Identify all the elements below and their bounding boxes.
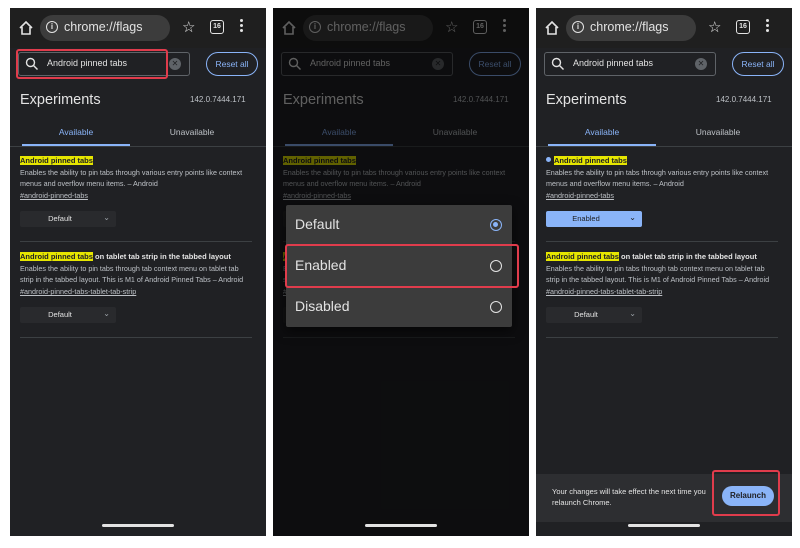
page-title: Experiments — [546, 92, 627, 108]
snackbar-message: Your changes will take effect the next t… — [552, 487, 706, 507]
modified-dot-icon — [546, 157, 551, 162]
gesture-handle — [365, 524, 437, 527]
url-text: chrome://flags — [64, 20, 143, 34]
chevron-down-icon: ⌄ — [103, 213, 110, 222]
annotation-box — [16, 49, 168, 79]
flag-link[interactable]: #android-pinned-tabs — [20, 191, 252, 201]
divider — [546, 337, 778, 338]
flag-link[interactable]: #android-pinned-tabs-tablet-tab-strip — [20, 287, 252, 297]
browser-toolbar: i chrome://flags ☆ 16 — [536, 8, 792, 48]
tab-available[interactable]: Available — [40, 127, 112, 137]
omnibox[interactable]: i chrome://flags — [566, 15, 696, 41]
version-label: 142.0.7444.171 — [190, 95, 246, 104]
radio-selected-icon — [490, 219, 502, 231]
flag-select[interactable]: Default⌄ — [20, 307, 116, 323]
browser-toolbar: i chrome://flags ☆ 16 — [10, 8, 266, 48]
version-label: 142.0.7444.171 — [716, 95, 772, 104]
home-icon[interactable] — [18, 20, 34, 36]
radio-icon — [490, 301, 502, 313]
flag-entry: Android pinned tabs on tablet tab strip … — [546, 252, 778, 338]
tab-unavailable[interactable]: Unavailable — [682, 127, 754, 137]
tab-available[interactable]: Available — [566, 127, 638, 137]
flag-entry: Android pinned tabs on tablet tab strip … — [20, 252, 252, 338]
flag-description: Enables the ability to pin tabs through … — [20, 264, 244, 284]
chevron-down-icon: ⌄ — [103, 309, 110, 318]
search-input[interactable]: Android pinned tabs — [573, 58, 653, 68]
option-disabled[interactable]: Disabled — [286, 287, 512, 327]
chevron-down-icon: ⌄ — [629, 309, 636, 318]
divider — [20, 337, 252, 338]
flag-title: Android pinned tabs on tablet tab strip … — [20, 252, 231, 261]
reset-all-button[interactable]: Reset all — [206, 52, 258, 76]
flag-title: Android pinned tabs — [20, 156, 93, 165]
divider — [546, 241, 778, 242]
clear-icon[interactable]: ✕ — [169, 58, 181, 70]
clear-icon[interactable]: ✕ — [695, 58, 707, 70]
divider — [20, 241, 252, 242]
overflow-menu-icon[interactable] — [240, 19, 244, 34]
omnibox[interactable]: i chrome://flags — [40, 15, 170, 41]
star-icon[interactable]: ☆ — [182, 18, 195, 36]
screenshot-panel-enabled: i chrome://flags ☆ 16 Android pinned tab… — [536, 8, 792, 536]
flag-link[interactable]: #android-pinned-tabs — [546, 191, 778, 201]
flags-search-field[interactable]: Android pinned tabs ✕ — [544, 52, 716, 76]
overflow-menu-icon[interactable] — [766, 19, 770, 34]
divider — [10, 146, 266, 147]
screenshot-panel-search: i chrome://flags ☆ 16 Android pinned tab… — [10, 8, 266, 536]
info-icon[interactable]: i — [572, 21, 584, 33]
home-icon[interactable] — [544, 20, 560, 36]
flag-title: Android pinned tabs — [546, 156, 778, 166]
reset-all-button[interactable]: Reset all — [732, 52, 784, 76]
info-icon[interactable]: i — [46, 21, 58, 33]
search-icon — [551, 57, 564, 70]
flag-description: Enables the ability to pin tabs through … — [546, 264, 770, 284]
chevron-down-icon: ⌄ — [629, 213, 636, 222]
tab-unavailable[interactable]: Unavailable — [156, 127, 228, 137]
gesture-handle — [628, 524, 700, 527]
page-title: Experiments — [20, 92, 101, 108]
flag-description: Enables the ability to pin tabs through … — [20, 168, 243, 188]
gesture-handle — [102, 524, 174, 527]
flag-description: Enables the ability to pin tabs through … — [546, 168, 769, 188]
star-icon[interactable]: ☆ — [708, 18, 721, 36]
screenshot-panel-dialog: i chrome://flags ☆ 16 Android pinned tab… — [273, 8, 529, 536]
flag-entry: Android pinned tabs Enables the ability … — [546, 156, 778, 242]
divider — [536, 146, 792, 147]
flag-link[interactable]: #android-pinned-tabs-tablet-tab-strip — [546, 287, 778, 297]
flag-select[interactable]: Default⌄ — [20, 211, 116, 227]
flag-select[interactable]: Default⌄ — [546, 307, 642, 323]
flag-title: Android pinned tabs on tablet tab strip … — [546, 252, 757, 261]
tab-switcher-icon[interactable]: 16 — [210, 20, 224, 34]
annotation-box — [285, 244, 519, 288]
url-text: chrome://flags — [590, 20, 669, 34]
tab-switcher-icon[interactable]: 16 — [736, 20, 750, 34]
flag-entry: Android pinned tabs Enables the ability … — [20, 156, 252, 242]
annotation-box — [712, 470, 780, 516]
flag-select[interactable]: Enabled ⌄ — [546, 211, 642, 227]
option-default[interactable]: Default — [286, 205, 512, 245]
